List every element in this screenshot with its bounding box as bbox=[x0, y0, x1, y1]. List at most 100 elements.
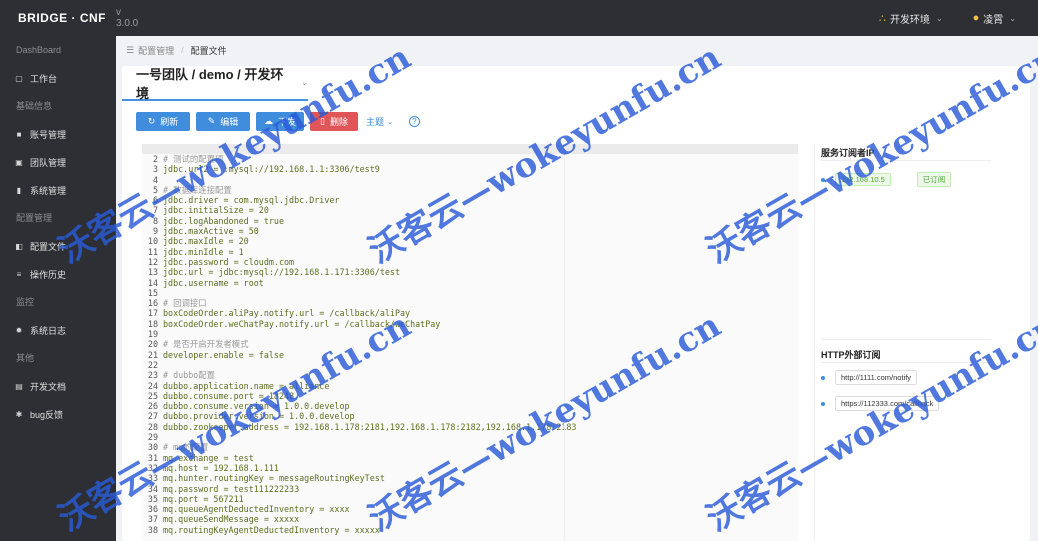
deploy-button[interactable]: ☁ 下发 bbox=[256, 112, 304, 131]
code-line[interactable]: 31 mq.exchange = test bbox=[142, 453, 798, 463]
edit-button[interactable]: ✎ 编辑 bbox=[196, 112, 250, 131]
code-line[interactable]: 30 # mq的配置 bbox=[142, 442, 798, 452]
code-line[interactable]: 37 mq.queueSendMessage = xxxxx bbox=[142, 514, 798, 524]
http-notify-url[interactable]: https://112333.com/callback bbox=[835, 396, 940, 411]
sidebar-item-teams[interactable]: ▣ 团队管理 bbox=[0, 148, 116, 176]
env-selector-tab[interactable]: 一号团队 / demo / 开发环境 ⌄ bbox=[122, 66, 308, 101]
code-text: jdbc.logAbandoned = true bbox=[163, 215, 285, 226]
code-line[interactable]: 22 bbox=[142, 360, 798, 370]
code-text: mq.routingKeyAgentDeductedInventory = xx… bbox=[163, 524, 380, 535]
edit-icon: ✎ bbox=[207, 116, 216, 126]
app-logo[interactable]: BRIDGE · CNF v 3.0.0 bbox=[0, 7, 138, 29]
code-line[interactable]: 14 jdbc.username = root bbox=[142, 278, 798, 288]
code-line[interactable]: 16 # 回调接口 bbox=[142, 298, 798, 308]
status-badge: 已订阅 bbox=[916, 172, 952, 187]
code-text: dubbo.zookeeper.address = 192.168.1.178:… bbox=[163, 421, 577, 432]
delete-button[interactable]: ▯ 删除 bbox=[310, 112, 358, 131]
theme-dropdown[interactable]: 主题 ⌄ bbox=[366, 115, 393, 128]
code-line[interactable]: 5 # 数据库连接配置 bbox=[142, 185, 798, 195]
code-text: jdbc.username = root bbox=[163, 277, 264, 288]
code-line[interactable]: 35 mq.port = 567211 bbox=[142, 494, 798, 504]
code-line[interactable]: 3 jdbc.url2 = :mysql://192.168.1.1:3306/t… bbox=[142, 164, 798, 174]
code-line[interactable]: 9 jdbc.maxActive = 50 bbox=[142, 226, 798, 236]
sidebar-item-accounts[interactable]: ■ 账号管理 bbox=[0, 120, 116, 148]
code-text: jdbc.maxIdle = 20 bbox=[163, 236, 249, 247]
code-content[interactable]: 2 # 测试的配置项 3 jdbc.url2 = :mysql://192.168.1… bbox=[142, 154, 798, 535]
subscriber-row: 192.168.10.5 已订阅 bbox=[821, 172, 952, 187]
code-line[interactable]: 27 dubbo.provider.version = 1.0.0.develop bbox=[142, 411, 798, 421]
line-number: 7 bbox=[152, 205, 158, 216]
line-number: 30 bbox=[147, 442, 158, 453]
line-number: 34 bbox=[147, 483, 158, 494]
line-number: 26 bbox=[147, 401, 158, 412]
code-line[interactable]: 10 jdbc.maxIdle = 20 bbox=[142, 236, 798, 246]
refresh-button[interactable]: ↻ 刷新 bbox=[136, 112, 190, 131]
sidebar-item-bug[interactable]: ✱ bug反馈 bbox=[0, 400, 116, 428]
code-line[interactable]: 23 # dubbo配置 bbox=[142, 370, 798, 380]
code-text: jdbc.maxActive = 50 bbox=[163, 226, 259, 237]
line-number: 32 bbox=[147, 462, 158, 473]
sidebar-item-history[interactable]: ≡ 操作历史 bbox=[0, 260, 116, 288]
env-menu[interactable]: ∴ 开发环境 ⌄ bbox=[879, 11, 943, 26]
code-line[interactable]: 36 mq.queueAgentDeductedInventory = xxxx bbox=[142, 504, 798, 514]
toolbar: ↻ 刷新 ✎ 编辑 ☁ 下发 ▯ 删除 主题 ⌄ ? bbox=[136, 112, 420, 131]
code-line[interactable]: 21 developer.enable = false bbox=[142, 350, 798, 360]
code-line[interactable]: 34 mq.password = test111222233 bbox=[142, 484, 798, 494]
line-number: 27 bbox=[147, 411, 158, 422]
line-number: 20 bbox=[147, 339, 158, 350]
code-editor[interactable]: 2 # 测试的配置项 3 jdbc.url2 = :mysql://192.168.1… bbox=[142, 144, 798, 541]
sidebar-group-dashboard: DashBoard bbox=[16, 45, 62, 55]
menu-icon[interactable]: ☰ bbox=[126, 45, 134, 56]
code-line[interactable]: 38 mq.routingKeyAgentDeductedInventory = … bbox=[142, 525, 798, 535]
help-icon[interactable]: ? bbox=[408, 116, 420, 127]
code-line[interactable]: 32 mq.host = 192.168.1.111 bbox=[142, 463, 798, 473]
log-icon: ✹ bbox=[15, 325, 23, 335]
sidebar-item-workbench[interactable]: ▢ 工作台 bbox=[0, 64, 116, 92]
book-icon: ▤ bbox=[15, 381, 23, 391]
user-group-icon: ■ bbox=[16, 129, 22, 139]
code-text: boxCodeOrder.aliPay.notify.url = /callba… bbox=[163, 308, 411, 319]
code-line[interactable]: 12 jdbc.password = cloudm.com bbox=[142, 257, 798, 267]
sidebar-item-config-files[interactable]: ◧ 配置文件 bbox=[0, 232, 116, 260]
code-text: dubbo.consume.port = 18248 bbox=[163, 390, 295, 401]
file-icon: ▮ bbox=[16, 185, 22, 195]
history-icon: ≡ bbox=[16, 269, 22, 279]
sidebar-group-other: 其他 bbox=[16, 353, 35, 363]
code-line[interactable]: 7 jdbc.initialSize = 20 bbox=[142, 205, 798, 215]
code-line[interactable]: 15 bbox=[142, 288, 798, 298]
code-line[interactable]: 33 mq.hunter.routingKey = messageRoutingK… bbox=[142, 473, 798, 483]
code-line[interactable]: 28 dubbo.zookeeper.address = 192.168.1.17… bbox=[142, 422, 798, 432]
code-line[interactable]: 29 bbox=[142, 432, 798, 442]
monitor-icon: ▢ bbox=[15, 73, 23, 83]
user-menu[interactable]: ● 凌霄 ⌄ bbox=[973, 11, 1016, 26]
code-line[interactable]: 24 dubbo.application.name = alliance bbox=[142, 381, 798, 391]
sidebar-item-label: 系统管理 bbox=[30, 185, 67, 196]
sidebar-item-docs[interactable]: ▤ 开发文档 bbox=[0, 372, 116, 400]
code-line[interactable]: 11 jdbc.minIdle = 1 bbox=[142, 247, 798, 257]
code-line[interactable]: 13 jdbc.url = jdbc:mysql://192.168.1.171:… bbox=[142, 267, 798, 277]
code-line[interactable]: 2 # 测试的配置项 bbox=[142, 154, 798, 164]
code-text: # 回调接口 bbox=[163, 298, 207, 309]
code-line[interactable]: 8 jdbc.logAbandoned = true bbox=[142, 216, 798, 226]
line-number: 13 bbox=[147, 267, 158, 278]
line-number: 29 bbox=[147, 432, 158, 443]
code-line[interactable]: 17 boxCodeOrder.aliPay.notify.url = /call… bbox=[142, 308, 798, 318]
main-area: ☰ 配置管理 / 配置文件 一号团队 / demo / 开发环境 ⌄ ↻ 刷新 … bbox=[116, 36, 1038, 541]
sidebar-item-logs[interactable]: ✹ 系统日志 bbox=[0, 316, 116, 344]
code-text: jdbc.initialSize = 20 bbox=[163, 205, 269, 216]
code-line[interactable]: 19 bbox=[142, 329, 798, 339]
breadcrumb-parent[interactable]: 配置管理 bbox=[138, 44, 174, 57]
sidebar-item-system[interactable]: ▮ 系统管理 bbox=[0, 176, 116, 204]
code-text: mq.hunter.routingKey = messageRoutingKey… bbox=[163, 473, 385, 484]
code-line[interactable]: 26 dubbo.consume.version = 1.0.0.develop bbox=[142, 401, 798, 411]
http-notify-url[interactable]: http://1111.com/notify bbox=[835, 370, 918, 385]
subscribers-title: 服务订阅者IP bbox=[821, 148, 875, 158]
code-line[interactable]: 4 bbox=[142, 175, 798, 185]
code-line[interactable]: 18 boxCodeOrder.weChatPay.notify.url = /c… bbox=[142, 319, 798, 329]
code-line[interactable]: 6 jdbc.driver = com.mysql.jdbc.Driver bbox=[142, 195, 798, 205]
code-line[interactable]: 20 # 是否开启开发者模式 bbox=[142, 339, 798, 349]
code-line[interactable]: 25 dubbo.consume.port = 18248 bbox=[142, 391, 798, 401]
line-number: 37 bbox=[147, 514, 158, 525]
code-text: jdbc.url = jdbc:mysql://192.168.1.171:33… bbox=[163, 267, 400, 278]
line-number: 17 bbox=[147, 308, 158, 319]
